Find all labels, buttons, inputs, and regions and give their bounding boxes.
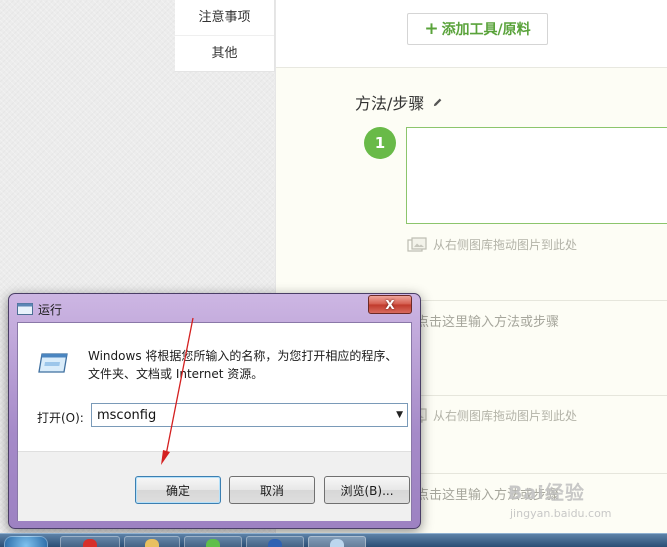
open-combobox[interactable]: msconfig ▼ [91,403,408,427]
browse-button[interactable]: 浏览(B)... [324,476,410,504]
add-tools-button[interactable]: + 添加工具/原料 [407,13,548,45]
dialog-body: Windows 将根据您所输入的名称，为您打开相应的程序、文件夹、文档或 Int… [17,322,412,521]
divider [406,473,667,474]
image-drop-hint[interactable]: 从右侧图库拖动图片到此处 [407,407,577,424]
run-dialog: 运行 X Windows 将根据您所输入的名称，为您打开相应的程序、文件夹、文档… [8,293,421,529]
run-task-icon [330,539,344,547]
open-input-value[interactable]: msconfig [97,408,156,423]
taskbar-item[interactable] [4,536,48,547]
cancel-button[interactable]: 取消 [229,476,315,504]
dialog-titlebar[interactable]: 运行 X [9,294,420,322]
taskbar [0,533,667,547]
folder-icon [145,539,159,547]
taskbar-item[interactable] [124,536,180,547]
taskbar-item[interactable] [308,536,366,547]
ok-button[interactable]: 确定 [135,476,221,504]
image-icon [407,236,427,252]
taskbar-item[interactable] [60,536,120,547]
watermark-brand: Bai经验 [508,482,585,504]
side-nav: 注意事项 其他 [175,0,275,72]
browser-icon [83,539,97,547]
app-icon [206,539,220,547]
plus-icon: + [424,18,439,39]
image-drop-hint[interactable]: 从右侧图库拖动图片到此处 [407,236,577,253]
dialog-footer: 确定 取消 浏览(B)... [18,451,411,521]
taskbar-item[interactable] [184,536,242,547]
close-button[interactable]: X [368,295,412,314]
add-tools-label: 添加工具/原料 [441,22,531,38]
divider [406,300,667,301]
run-title-icon [17,303,33,315]
step-input-placeholder[interactable]: 点击这里输入方法或步骤 [416,311,559,330]
steps-title: 方法/步骤 [355,94,425,113]
pencil-icon[interactable] [432,97,443,108]
dialog-description: Windows 将根据您所输入的名称，为您打开相应的程序、文件夹、文档或 Int… [88,349,398,381]
baidu-jingyan-watermark: Bai经验 jingyan.baidu.com [508,478,612,520]
watermark-url: jingyan.baidu.com [510,507,612,520]
step-number-badge: 1 [364,127,396,159]
image-drop-hint-text: 从右侧图库拖动图片到此处 [433,409,578,423]
nav-item-notes[interactable]: 注意事项 [175,0,274,36]
image-drop-hint-text: 从右侧图库拖动图片到此处 [433,238,578,252]
close-icon: X [385,297,395,312]
chevron-down-icon[interactable]: ▼ [396,410,403,420]
run-program-icon [38,353,68,373]
divider [406,395,667,396]
taskbar-item[interactable] [246,536,304,547]
tools-section: + 添加工具/原料 [276,0,667,68]
nav-item-other[interactable]: 其他 [175,36,274,72]
steps-header: 方法/步骤 [355,90,443,114]
word-icon [268,539,282,547]
dialog-title: 运行 [38,303,63,317]
open-label: 打开(O): [37,411,84,425]
step-text-input[interactable] [406,127,667,224]
